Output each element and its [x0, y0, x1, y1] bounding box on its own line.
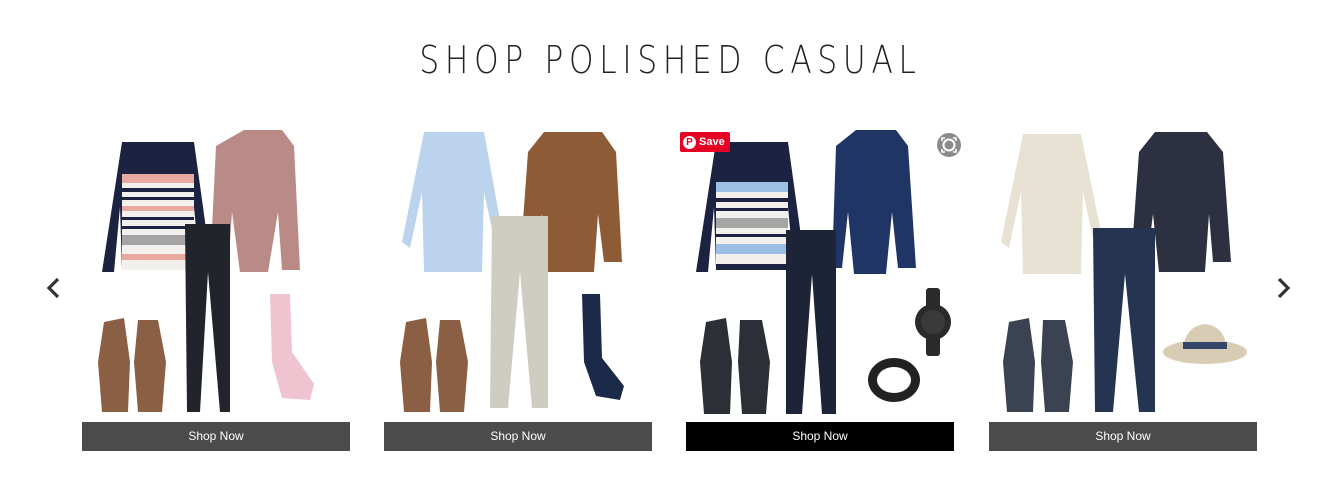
- shop-now-button[interactable]: Shop Now: [384, 422, 652, 451]
- outfit-card-3[interactable]: P Save Shop Now: [680, 122, 961, 452]
- socks-graphic: [270, 294, 314, 400]
- outfit-image-1[interactable]: [82, 122, 350, 418]
- pants-graphic: [490, 216, 548, 408]
- watch-graphic: [915, 288, 951, 356]
- jeans-graphic: [185, 224, 230, 412]
- outfit-card-4[interactable]: Shop Now: [989, 122, 1257, 452]
- jacket-graphic: [832, 130, 916, 274]
- hat-graphic: [1163, 324, 1247, 364]
- shop-now-button[interactable]: Shop Now: [686, 422, 954, 451]
- outfit-image-4[interactable]: [989, 122, 1257, 418]
- socks-graphic: [582, 294, 624, 400]
- shirt-graphic: [402, 132, 504, 272]
- outfit-image-2[interactable]: [384, 122, 652, 418]
- shoe-graphic: [1041, 320, 1073, 412]
- chevron-right-icon: [1277, 277, 1291, 299]
- pin-save-label: Save: [699, 136, 725, 148]
- shoe-graphic: [738, 320, 770, 414]
- shoe-graphic: [700, 318, 732, 414]
- jeans-graphic: [786, 230, 836, 414]
- shirt-graphic: [1001, 134, 1103, 274]
- shoe-graphic: [436, 320, 468, 412]
- outfit-card-1[interactable]: Shop Now: [82, 122, 350, 452]
- shoe-graphic: [400, 318, 432, 412]
- shoe-graphic: [1003, 318, 1035, 412]
- carousel-prev-button[interactable]: [44, 276, 64, 300]
- shop-now-button[interactable]: Shop Now: [989, 422, 1257, 451]
- outfit-image-3[interactable]: [686, 122, 954, 418]
- pinterest-save-button[interactable]: P Save: [680, 132, 730, 152]
- jeans-graphic: [1093, 228, 1155, 412]
- visual-search-icon[interactable]: [936, 132, 962, 158]
- shop-now-button[interactable]: Shop Now: [82, 422, 350, 451]
- shoe-graphic: [98, 318, 130, 412]
- outfit-card-2[interactable]: Shop Now: [384, 122, 652, 452]
- pinterest-icon: P: [683, 135, 696, 149]
- section-title: SHOP POLISHED CASUAL: [419, 38, 922, 82]
- shoe-graphic: [134, 320, 166, 412]
- belt-graphic: [868, 358, 920, 402]
- chevron-left-icon: [46, 277, 60, 299]
- carousel-next-button[interactable]: [1273, 276, 1293, 300]
